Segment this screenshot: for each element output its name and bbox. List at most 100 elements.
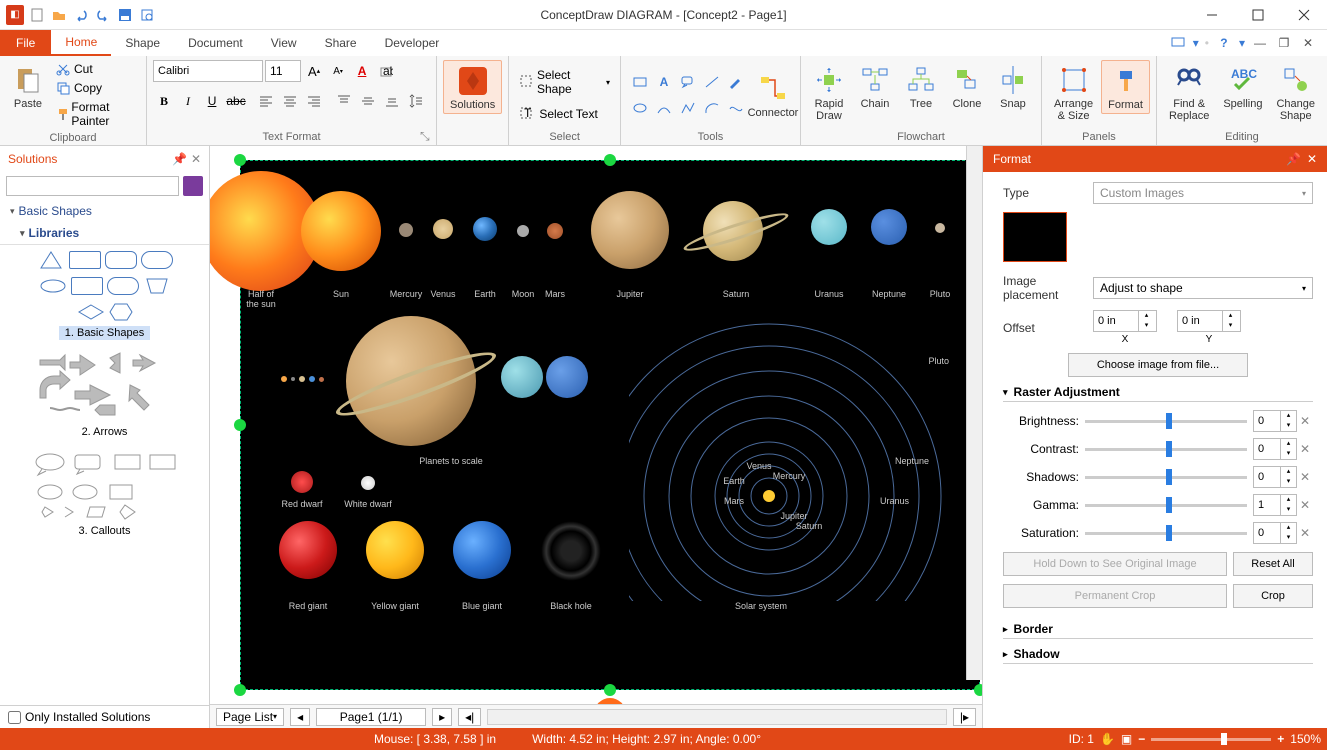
font-select[interactable]: [153, 60, 263, 82]
placement-select[interactable]: Adjust to shape▾: [1093, 277, 1313, 299]
chain-button[interactable]: Chain: [853, 60, 897, 112]
choose-image-button[interactable]: Choose image from file...: [1068, 353, 1248, 377]
slider-track[interactable]: [1085, 496, 1247, 514]
panel-close-icon[interactable]: ✕: [1307, 152, 1317, 166]
resize-handle-bm[interactable]: [604, 684, 616, 696]
select-shape-button[interactable]: Select Shape▾: [515, 66, 614, 98]
minimize-button[interactable]: [1189, 0, 1235, 30]
tab-shape[interactable]: Shape: [111, 30, 174, 56]
line-spacing-icon[interactable]: [405, 90, 427, 112]
tab-home[interactable]: Home: [51, 30, 111, 56]
ellipse-tool-icon[interactable]: [629, 97, 651, 119]
connector-button[interactable]: Connector: [751, 69, 795, 121]
zoom-out-button[interactable]: −: [1138, 732, 1145, 746]
page-list-button[interactable]: Page List ▾: [216, 708, 284, 726]
page-last-button[interactable]: |▸: [953, 708, 976, 726]
library-basic-shapes[interactable]: 1. Basic Shapes: [6, 249, 203, 340]
arc-tool-icon[interactable]: [701, 97, 723, 119]
snap-button[interactable]: Snap: [991, 60, 1035, 112]
tree-basic-shapes[interactable]: ▾Basic Shapes: [0, 200, 209, 222]
type-thumbnail[interactable]: [1003, 212, 1067, 262]
zoom-level[interactable]: 150%: [1290, 732, 1321, 746]
pan-tool-icon[interactable]: ✋: [1100, 732, 1115, 746]
page-prev-button[interactable]: ◂: [290, 708, 310, 726]
slider-value-input[interactable]: ▴▾: [1253, 494, 1297, 516]
vertical-scrollbar[interactable]: [966, 146, 982, 680]
rectangle-tool-icon[interactable]: [629, 71, 651, 93]
canvas[interactable]: Half of the sun Sun Mercury Venus Earth …: [210, 146, 982, 704]
crop-button[interactable]: Crop: [1233, 584, 1313, 608]
tree-button[interactable]: Tree: [899, 60, 943, 112]
slider-reset-icon[interactable]: ✕: [1297, 526, 1313, 540]
change-shape-button[interactable]: Change Shape: [1270, 60, 1321, 124]
slider-value-input[interactable]: ▴▾: [1253, 466, 1297, 488]
polyline-tool-icon[interactable]: [677, 97, 699, 119]
doc-minimize-icon[interactable]: —: [1251, 34, 1269, 52]
bezier-tool-icon[interactable]: [653, 97, 675, 119]
spline-tool-icon[interactable]: [725, 97, 747, 119]
pin-icon[interactable]: 📌: [172, 152, 187, 166]
resize-handle-tl[interactable]: [234, 154, 246, 166]
copy-button[interactable]: Copy: [52, 79, 140, 97]
paste-button[interactable]: Paste: [6, 60, 50, 112]
hold-original-button[interactable]: Hold Down to See Original Image: [1003, 552, 1227, 576]
zoom-slider[interactable]: [1151, 738, 1271, 741]
format-painter-button[interactable]: Format Painter: [52, 98, 140, 130]
align-right-icon[interactable]: [303, 90, 325, 112]
close-button[interactable]: [1281, 0, 1327, 30]
page-current[interactable]: Page1 (1/1): [316, 708, 426, 726]
find-replace-button[interactable]: Find & Replace: [1163, 60, 1215, 124]
spelling-button[interactable]: ABCSpelling: [1217, 60, 1268, 112]
slider-reset-icon[interactable]: ✕: [1297, 498, 1313, 512]
underline-icon[interactable]: U: [201, 90, 223, 112]
horizontal-scrollbar[interactable]: [487, 709, 947, 725]
solutions-search-button[interactable]: [183, 176, 203, 196]
align-bottom-icon[interactable]: [381, 90, 403, 112]
grow-font-icon[interactable]: A▴: [303, 60, 325, 82]
align-top-icon[interactable]: [333, 90, 355, 112]
presentation-icon[interactable]: [1169, 34, 1187, 52]
zoom-in-button[interactable]: +: [1277, 732, 1284, 746]
slider-value-input[interactable]: ▴▾: [1253, 522, 1297, 544]
line-tool-icon[interactable]: [701, 71, 723, 93]
file-tab[interactable]: File: [0, 30, 51, 56]
strikethrough-icon[interactable]: abc: [225, 90, 247, 112]
shadow-section-header[interactable]: ▸Shadow: [1003, 647, 1313, 664]
help-icon[interactable]: ?: [1215, 34, 1233, 52]
slider-reset-icon[interactable]: ✕: [1297, 414, 1313, 428]
clone-button[interactable]: Clone: [945, 60, 989, 112]
select-text-button[interactable]: TSelect Text: [515, 104, 601, 124]
new-icon[interactable]: [28, 6, 46, 24]
doc-restore-icon[interactable]: ❐: [1275, 34, 1293, 52]
callout-tool-icon[interactable]: [677, 71, 699, 93]
slider-track[interactable]: [1085, 440, 1247, 458]
align-left-icon[interactable]: [255, 90, 277, 112]
shrink-font-icon[interactable]: A▾: [327, 60, 349, 82]
slider-track[interactable]: [1085, 524, 1247, 542]
tab-document[interactable]: Document: [174, 30, 257, 56]
offset-y-input[interactable]: ▴▾: [1177, 310, 1241, 332]
doc-close-icon[interactable]: ✕: [1299, 34, 1317, 52]
permanent-crop-button[interactable]: Permanent Crop: [1003, 584, 1227, 608]
format-panel-button[interactable]: Format: [1101, 60, 1150, 114]
tree-libraries[interactable]: ▾Libraries: [0, 222, 209, 244]
border-section-header[interactable]: ▸Border: [1003, 622, 1313, 639]
rapid-draw-button[interactable]: Rapid Draw: [807, 60, 851, 124]
slider-track[interactable]: [1085, 468, 1247, 486]
slider-value-input[interactable]: ▴▾: [1253, 410, 1297, 432]
raster-section-header[interactable]: ▾Raster Adjustment: [1003, 385, 1313, 402]
tab-share[interactable]: Share: [311, 30, 371, 56]
panel-close-icon[interactable]: ✕: [191, 152, 201, 166]
save-icon[interactable]: [116, 6, 134, 24]
text-tool-icon[interactable]: A: [653, 71, 675, 93]
resize-handle-tm[interactable]: [604, 154, 616, 166]
font-size-input[interactable]: [265, 60, 301, 82]
tab-view[interactable]: View: [257, 30, 311, 56]
resize-handle-br[interactable]: [974, 684, 982, 696]
tab-developer[interactable]: Developer: [371, 30, 454, 56]
offset-x-input[interactable]: ▴▾: [1093, 310, 1157, 332]
bold-icon[interactable]: B: [153, 90, 175, 112]
library-arrows[interactable]: 2. Arrows: [6, 348, 203, 439]
maximize-button[interactable]: [1235, 0, 1281, 30]
print-preview-icon[interactable]: [138, 6, 156, 24]
